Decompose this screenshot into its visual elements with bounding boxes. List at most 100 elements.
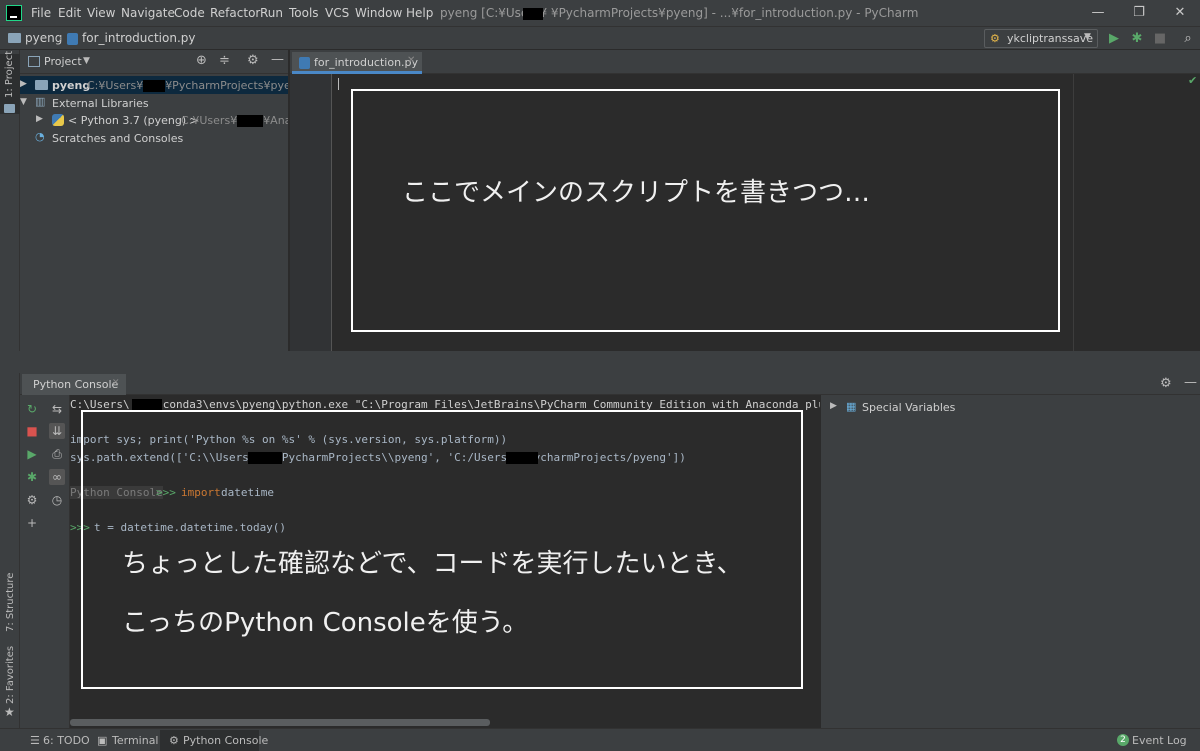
tree-item-label: Scratches and Consoles (52, 132, 184, 145)
locate-icon[interactable]: ⊕ (196, 53, 207, 68)
editor-gutter (290, 74, 332, 351)
python-file-icon (299, 57, 310, 69)
menu-tools[interactable]: Tools (289, 6, 319, 20)
text-caret (338, 78, 339, 90)
hide-icon[interactable]: — (1184, 375, 1197, 390)
expand-icon[interactable]: ▶ (20, 79, 27, 89)
execute-icon[interactable]: ▶ (24, 446, 40, 462)
project-tree: ▶ pyeng C:¥Users¥¥PycharmProjects¥pyeng … (20, 74, 288, 370)
menu-navigate[interactable]: Navigate (121, 6, 175, 20)
expand-icon[interactable]: ▶ (830, 401, 837, 411)
menu-file[interactable]: File (31, 6, 51, 20)
collapse-all-icon[interactable]: ≑ (219, 53, 230, 68)
todo-icon: ☰ (30, 734, 40, 747)
debug-icon[interactable]: ✱ (24, 469, 40, 485)
tree-item-python-sdk[interactable]: ▶ < Python 3.7 (pyeng) > C:¥Users¥¥Anaco… (20, 111, 288, 129)
breadcrumb-project[interactable]: pyeng (25, 31, 62, 45)
python-icon (52, 114, 64, 126)
stop-icon[interactable]: ■ (1152, 31, 1168, 47)
navigation-bar: pyeng › for_introduction.py ⚙ ykcliptran… (0, 27, 1200, 50)
collapse-icon[interactable]: ▼ (20, 97, 27, 107)
console-scrollbar[interactable] (70, 719, 490, 726)
console-toolbar-primary: ↻ ■ ▶ ✱ ⚙ + (20, 395, 44, 728)
show-variables-icon[interactable]: ∞ (49, 469, 65, 485)
structure-tool-label[interactable]: 7: Structure (5, 573, 16, 632)
tab-event-log[interactable]: Event Log (1132, 734, 1187, 747)
menu-window[interactable]: Window (355, 6, 402, 20)
pycharm-logo-icon (6, 5, 22, 21)
breadcrumb-file[interactable]: for_introduction.py (82, 31, 196, 45)
project-view-title[interactable]: Project (44, 55, 82, 68)
tab-python-console[interactable]: Python Console ✕ (22, 374, 126, 395)
project-view-icon (28, 56, 40, 67)
tree-item-label: External Libraries (52, 97, 149, 110)
scroll-to-end-icon[interactable]: ⇊ (49, 423, 65, 439)
bottom-tool-bar: ☰ 6: TODO ▣ Terminal ⚙ Python Console 2 … (0, 728, 1200, 751)
scratches-icon: ◔ (35, 130, 45, 143)
gear-icon[interactable]: ⚙ (247, 53, 259, 68)
new-console-icon[interactable]: + (24, 515, 40, 531)
editor-tab-for-introduction[interactable]: for_introduction.py ✕ (292, 52, 422, 74)
search-icon[interactable]: ⌕ (1180, 31, 1196, 47)
tree-item-scratches[interactable]: ◔ Scratches and Consoles (20, 129, 288, 147)
window-title: pyeng [C:¥Users¥ ¥PycharmProjects¥pyeng]… (440, 6, 919, 20)
soft-wrap-icon[interactable]: ⇆ (49, 401, 65, 417)
left-tool-stripe: 1: Project 7: Structure 2: Favorites ★ (0, 50, 20, 728)
menu-help[interactable]: Help (406, 6, 433, 20)
console-header: ⚙ — (20, 373, 1200, 395)
chevron-down-icon[interactable]: ▼ (83, 56, 90, 66)
project-tool-label[interactable]: 1: Project (4, 51, 15, 98)
menu-refactor[interactable]: Refactor (210, 6, 260, 20)
close-tab-icon[interactable]: ✕ (112, 378, 120, 388)
menu-code[interactable]: Code (174, 6, 205, 20)
redacted-block (523, 8, 543, 20)
star-icon: ★ (4, 705, 15, 719)
settings-icon[interactable]: ⚙ (24, 492, 40, 508)
history-icon[interactable]: ◷ (49, 492, 65, 508)
menu-vcs[interactable]: VCS (325, 6, 349, 20)
terminal-icon: ▣ (97, 734, 108, 747)
tree-item-path: C:¥Users¥¥Anacon (181, 114, 288, 127)
gear-icon[interactable]: ⚙ (1160, 376, 1172, 391)
menu-view[interactable]: View (87, 6, 115, 20)
stop-icon[interactable]: ■ (24, 423, 40, 439)
run-icon[interactable]: ▶ (1106, 31, 1122, 47)
minimize-button[interactable]: — (1083, 3, 1113, 23)
debug-icon[interactable]: ✱ (1129, 31, 1145, 47)
panel-separator (0, 351, 1200, 373)
annotation-text-editor: ここでメインのスクリプトを書きつつ… (402, 178, 871, 208)
menu-run[interactable]: Run (260, 6, 283, 20)
python-file-icon (67, 33, 78, 45)
annotation-text-console-line1: ちょっとした確認などで、コードを実行したいとき、 (122, 549, 743, 579)
tree-item-path: C:¥Users¥¥PycharmProjects¥pyeng (87, 79, 288, 92)
tree-item-label: < Python 3.7 (pyeng) > (68, 114, 199, 127)
expand-icon[interactable]: ▶ (36, 114, 43, 124)
run-configuration-select[interactable]: ⚙ ykcliptranssave ▼ (984, 29, 1098, 48)
tab-python-console-bottom[interactable]: Python Console (183, 734, 268, 747)
right-margin-line (1073, 74, 1074, 351)
chevron-down-icon: ▼ (1084, 32, 1091, 42)
event-count-badge: 2 (1117, 734, 1129, 746)
menu-edit[interactable]: Edit (58, 6, 81, 20)
console-tab-label: Python Console (33, 378, 119, 391)
folder-icon (8, 33, 21, 43)
library-icon: ▥ (35, 95, 46, 108)
restore-button[interactable]: ❐ (1124, 3, 1154, 23)
variables-icon: ▦ (846, 400, 857, 413)
close-button[interactable]: ✕ (1165, 3, 1195, 23)
tree-item-external-libraries[interactable]: ▼ ▥ External Libraries (20, 94, 288, 112)
breadcrumb-separator-icon: › (58, 31, 63, 45)
menu-bar: File Edit View Navigate Code Refactor Ru… (0, 0, 1200, 27)
tab-terminal[interactable]: Terminal (112, 734, 159, 747)
console-toolbar-secondary: ⇆ ⇊ ⎙ ∞ ◷ (44, 395, 70, 728)
close-tab-icon[interactable]: ✕ (407, 55, 415, 66)
hide-icon[interactable]: — (271, 52, 284, 67)
python-icon: ⚙ (169, 734, 179, 747)
tree-item-pyeng[interactable]: ▶ pyeng C:¥Users¥¥PycharmProjects¥pyeng (20, 76, 288, 94)
rerun-icon[interactable]: ↻ (24, 401, 40, 417)
special-variables-label[interactable]: Special Variables (862, 401, 955, 414)
tab-todo[interactable]: 6: TODO (43, 734, 90, 747)
print-icon[interactable]: ⎙ (49, 446, 65, 462)
favorites-tool-label[interactable]: 2: Favorites (5, 646, 16, 704)
inspection-ok-icon: ✔ (1188, 74, 1198, 87)
